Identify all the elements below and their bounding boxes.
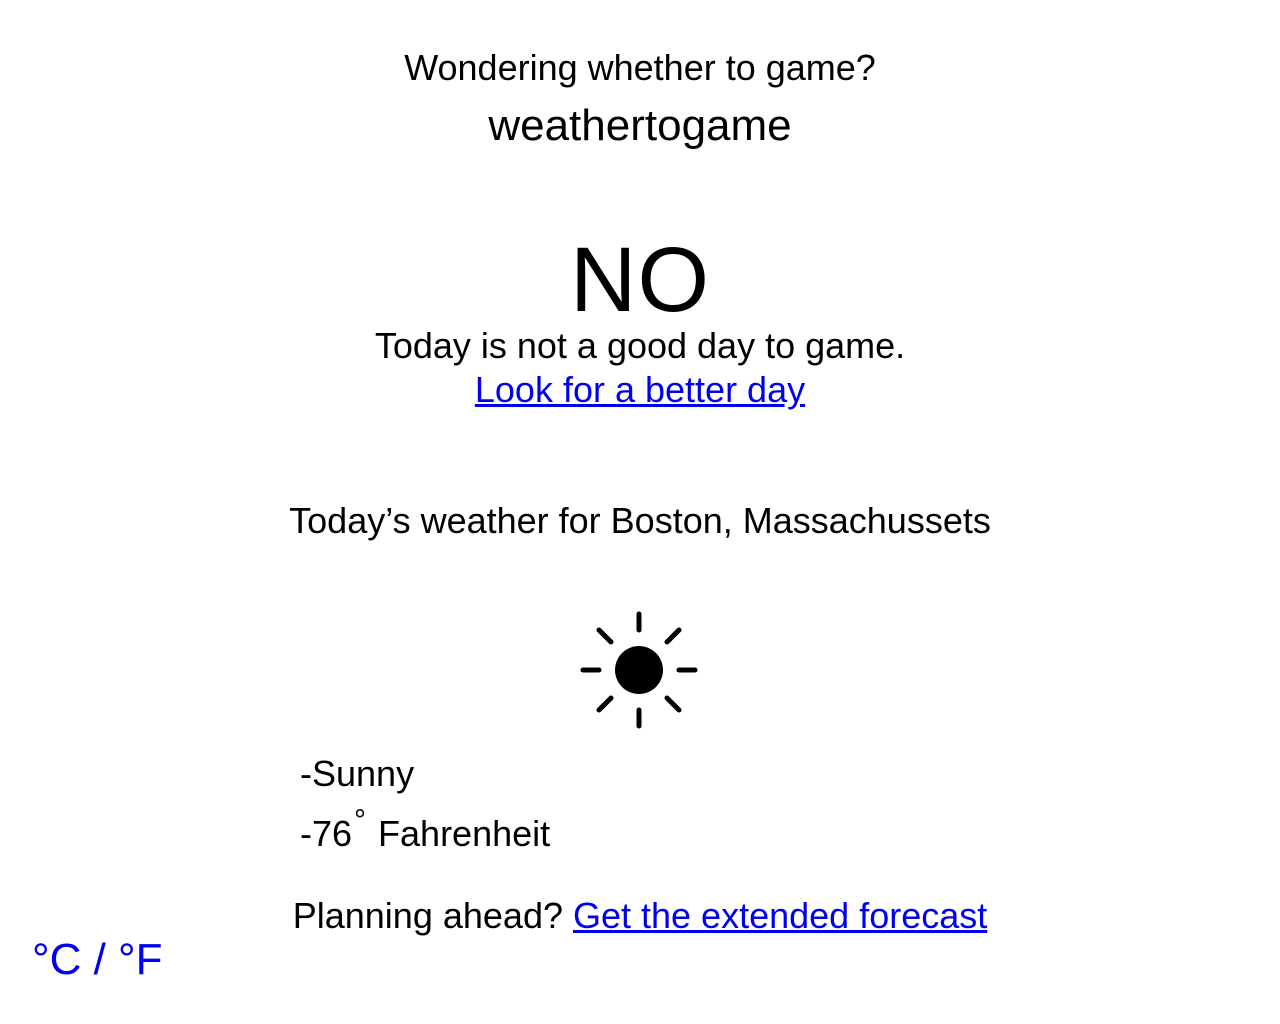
temperature-value: -76	[300, 813, 353, 854]
better-day-container: Look for a better day	[0, 368, 1280, 412]
sun-icon	[579, 610, 699, 730]
location-heading: Today’s weather for Boston, Massachusset…	[289, 500, 991, 541]
planning-text: Planning ahead?	[292, 895, 573, 936]
unit-toggle[interactable]: °C / °F	[32, 934, 163, 986]
page: Wondering whether to game? weathertogame…	[0, 0, 1280, 1024]
degree-symbol: °	[354, 804, 367, 837]
better-day-link[interactable]: Look for a better day	[475, 369, 805, 410]
site-title[interactable]: weathertogame	[0, 100, 1280, 152]
weather-condition: -Sunny	[300, 753, 415, 794]
verdict-answer: NO	[570, 229, 710, 331]
verdict-message: Today is not a good day to game.	[374, 325, 906, 366]
temperature: -76° Fahrenheit	[300, 804, 551, 859]
planning-line: Planning ahead? Get the extended forecas…	[0, 894, 1280, 938]
extended-forecast-link[interactable]: Get the extended forecast	[573, 895, 987, 936]
temperature-unit: Fahrenheit	[368, 813, 551, 854]
tagline: Wondering whether to game?	[404, 47, 876, 88]
